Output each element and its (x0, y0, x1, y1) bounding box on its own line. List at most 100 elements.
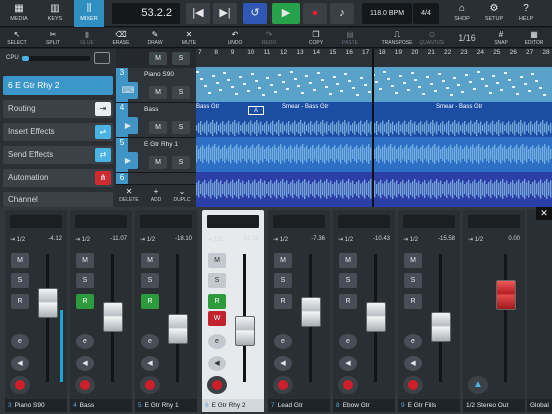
solo-button[interactable]: S (76, 273, 94, 288)
selected-track-name[interactable]: 6 E Gtr Rhy 2 (3, 76, 113, 95)
insert-effects-item[interactable]: Insert Effects ⇌ (3, 123, 113, 141)
record-arm-button[interactable]: R (76, 294, 94, 309)
track-header[interactable]: 3 ⌨ Piano S90 M S (116, 68, 196, 103)
record-enable-button[interactable] (403, 376, 423, 394)
master-fader[interactable] (496, 280, 516, 310)
mute-button[interactable]: M (149, 86, 167, 99)
edit-channel-button[interactable]: e (208, 334, 226, 349)
channel-name[interactable]: 4 Bass (70, 399, 132, 412)
edit-track-button[interactable] (94, 52, 110, 64)
solo-button[interactable]: S (141, 273, 159, 288)
channel-name[interactable]: 5E Gtr Rhy 1 (135, 399, 197, 412)
mute-button[interactable]: M (11, 253, 29, 268)
playhead[interactable] (372, 49, 374, 207)
undo-button[interactable]: ↶ UNDO (222, 28, 248, 48)
add-track-button[interactable]: + ADD (145, 185, 167, 207)
setup-button[interactable]: ⚙ SETUP (480, 0, 508, 27)
channel-strip[interactable]: ⇥ 1/2 -11.07 M S Re ◀ 4 Bass (70, 210, 132, 412)
edit-channel-button[interactable]: e (274, 334, 292, 349)
duplicate-track-button[interactable]: ⌄ DUPLC (170, 185, 194, 207)
edit-channel-button[interactable]: e (11, 334, 29, 349)
redo-button[interactable]: ↷ REDO (256, 28, 282, 48)
arrange-area[interactable]: 7 8 9 10 11 12 13 14 15 16 17 18 19 20 21 22 23 24 25 26 27 2… (196, 49, 552, 207)
monitor-button[interactable]: ◀ (404, 356, 422, 371)
solo-button[interactable]: S (274, 273, 292, 288)
volume-fader[interactable] (235, 316, 255, 347)
edit-channel-button[interactable]: e (404, 334, 422, 349)
channel-name[interactable]: 6E Gtr Rhy 2 (202, 399, 264, 412)
mute-button[interactable]: M (208, 253, 226, 268)
glue-tool[interactable]: ▮ GLUE (74, 28, 100, 48)
channel-name[interactable]: 9E Gtr Fills (398, 399, 460, 412)
mute-button[interactable]: M (274, 253, 292, 268)
transpose-button[interactable]: ⎍ TRANSPOSE (380, 28, 414, 48)
channel-strip[interactable]: ⇥ 1/2 -4.12 M S Re ◀ 3 Piano S90 (5, 210, 67, 412)
split-tool[interactable]: ✂ SPLIT (40, 28, 66, 48)
channel-strip[interactable]: ⇥ 1/2 -10.43 M S Re ◀ 8 Ebow Gtr (333, 210, 395, 412)
keys-button[interactable]: ▥ KEYS (38, 0, 72, 27)
record-enable-button[interactable] (75, 376, 95, 394)
record-arm-button[interactable]: R (274, 294, 292, 309)
volume-fader[interactable] (366, 302, 386, 332)
routing-label[interactable]: ⇥ 1/2 (140, 236, 155, 243)
solo-button[interactable]: S (404, 273, 422, 288)
volume-fader[interactable] (301, 297, 321, 328)
monitor-button[interactable]: ◀ (141, 356, 159, 371)
tempo-display[interactable]: 118.0 BPM (362, 3, 412, 24)
send-effects-item[interactable]: Send Effects ⇄ (3, 146, 113, 164)
media-button[interactable]: ▦ MEDIA (2, 0, 36, 27)
quantize-button[interactable]: ⊙ QUANTIZE (417, 28, 447, 48)
global-mute-button[interactable]: M (149, 52, 167, 65)
channel-name[interactable]: 3 Piano S90 (5, 399, 67, 412)
volume-fader[interactable] (168, 314, 188, 344)
routing-label[interactable]: ⇥ 1/2 (207, 236, 222, 243)
copy-button[interactable]: ❐ COPY (303, 28, 329, 48)
grid-value[interactable]: 1/16 (450, 28, 484, 48)
mute-button[interactable]: M (404, 253, 422, 268)
solo-button[interactable]: S (208, 273, 226, 288)
delete-track-button[interactable]: ✕ DELETE (118, 185, 140, 207)
channel-strip[interactable]: ⇥ 1/2 -18.10 M S Re ◀ 5 E Gtr Rhy 1 (135, 210, 197, 412)
track-header[interactable]: 6 (116, 173, 196, 185)
erase-tool[interactable]: ⌫ ERASE (108, 28, 134, 48)
master-strip[interactable]: ⇥ 1/2 0.00 ▲ 1/2 Stereo Out (463, 210, 525, 412)
routing-label[interactable]: ⇥ 1/2 (273, 236, 288, 243)
solo-button[interactable]: S (172, 121, 190, 134)
global-solo-button[interactable]: S (172, 52, 190, 65)
track-header[interactable]: 5 ▶ E Gtr Rhy 1 M S (116, 138, 196, 173)
channel-name[interactable]: 8 Ebow Gtr (333, 399, 395, 412)
channel-name[interactable]: 1/2 Stereo Out (463, 399, 525, 412)
paste-button[interactable]: ▤ PASTE (337, 28, 363, 48)
volume-fader[interactable] (38, 287, 58, 318)
select-tool[interactable]: ↖ SELECT (4, 28, 30, 48)
record-enable-button[interactable] (207, 376, 227, 394)
monitor-button[interactable]: ◀ (274, 356, 292, 371)
routing-label[interactable]: ⇥ 1/2 (338, 236, 353, 243)
draw-tool[interactable]: ✎ DRAW (142, 28, 168, 48)
monitor-button[interactable]: ◀ (339, 356, 357, 371)
position-counter[interactable]: 53.2.2 (112, 3, 180, 24)
mute-button[interactable]: M (339, 253, 357, 268)
edit-channel-button[interactable]: e (76, 334, 94, 349)
channel-strip[interactable]: ⇥ 1/2 -15.58 M S Re ◀ 9 E Gtr Fills (398, 210, 460, 412)
solo-button[interactable]: S (11, 273, 29, 288)
help-button[interactable]: ? HELP (512, 0, 540, 27)
record-arm-button[interactable]: R (404, 294, 422, 309)
channel-item[interactable]: Channel (3, 192, 113, 207)
routing-label[interactable]: ⇥ 1/2 (10, 236, 25, 243)
channel-name[interactable]: 7 Lead Gtr (268, 399, 330, 412)
volume-fader[interactable] (103, 302, 123, 332)
snap-button[interactable]: # SNAP (488, 28, 514, 48)
mute-button[interactable]: M (149, 121, 167, 134)
mixer-button[interactable]: ⫼ MIXER (74, 0, 104, 27)
cycle-button[interactable]: ↺ (243, 3, 267, 24)
record-arm-button[interactable]: R (208, 294, 226, 309)
mute-tool[interactable]: ✕ MUTE (176, 28, 202, 48)
routing-item[interactable]: Routing ⇥ (3, 100, 113, 118)
close-mixer-button[interactable]: ✕ (536, 207, 552, 220)
channel-strip[interactable]: ⇥ 1/2 -15.31 M S R We ◀ 6 E Gtr Rhy 2 (202, 210, 264, 412)
record-enable-button[interactable] (338, 376, 358, 394)
write-automation-button[interactable]: W (208, 311, 226, 326)
metronome-button[interactable]: ♪ (330, 3, 354, 24)
monitor-button[interactable]: ◀ (208, 356, 226, 371)
